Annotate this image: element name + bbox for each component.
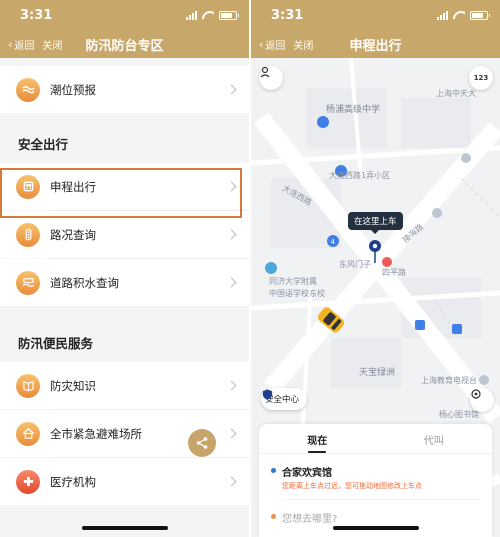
zoom-badge-button[interactable]: 123 [469,66,493,90]
chevron-right-icon [226,229,237,240]
battery-icon [219,10,239,20]
list-item-traffic-query[interactable]: 路况查询 [0,211,249,258]
pickup-dot-icon [271,468,276,473]
status-icons [186,10,239,20]
book-icon [16,373,40,398]
ride-sheet: 现在 代叫 合家欢宾馆 您距离上车点过远，您可拖动地图修改上车点 您想去哪里? [259,424,492,537]
map-label: 上海中天大 [436,89,476,98]
pickup-row[interactable]: 合家欢宾馆 您距离上车点过远，您可拖动地图修改上车点 [259,454,492,491]
destination-dot-icon [271,514,276,519]
chevron-right-icon [226,428,237,439]
page-title: 防汛防台专区 [85,38,164,54]
chevron-right-icon [226,380,237,391]
list-item-label: 防灾知识 [50,378,96,393]
locate-icon [471,389,481,399]
chevron-right-icon [226,84,237,95]
section-title-safe-travel: 安全出行 [18,137,69,152]
nav-bar: ‹ 返回 关闭 申程出行 [251,30,500,58]
list-item-tide-forecast[interactable]: 潮位预报 [0,66,249,113]
pickup-hint: 您距离上车点过远，您可拖动地图修改上车点 [282,482,422,490]
map-label: 杨浦高级中学 [326,105,381,115]
wifi-icon [202,11,214,20]
list-item-label: 路况查询 [50,227,96,242]
safety-center-button[interactable]: 安全中心 [261,388,308,410]
svg-text:4: 4 [331,238,336,246]
map-label: 四平路 [382,268,406,277]
shelter-icon [16,421,40,446]
list-item-road-flooding[interactable]: 道路积水查询 [0,259,249,306]
map-label: 大连西路1弄小区 [329,171,391,180]
back-button[interactable]: ‹ 返回 [251,37,285,52]
list-item-label: 潮位预报 [50,82,96,97]
destination-input[interactable]: 您想去哪里? [282,510,337,525]
close-button[interactable]: 关闭 [293,37,313,52]
chevron-left-icon: ‹ [259,37,264,51]
left-phone-screen: 3:31 ‹ 返回 关闭 防汛防台专区 潮位预报 安全出行 申程出行 路况查询 … [0,0,249,537]
list-item-label: 道路积水查询 [50,275,119,290]
map-label: 东风门子 [339,260,371,269]
screenshot: 3:31 ‹ 返回 关闭 防汛防台专区 潮位预报 安全出行 申程出行 路况查询 … [0,0,500,537]
battery-icon [470,10,490,20]
list-item-medical-institutions[interactable]: 医疗机构 [0,458,249,505]
home-indicator[interactable] [332,526,419,530]
map-view[interactable]: 4 杨浦高级中学 大连西路1弄小区 东风门子 四平路 同济大学附属 中国语学校东… [251,58,500,537]
signal-icon [437,10,448,20]
map-label: 杨心图书馆 [439,410,479,419]
home-indicator[interactable] [81,526,168,530]
back-label: 返回 [265,40,286,52]
flooded-road-icon [16,270,40,295]
chevron-right-icon [226,181,237,192]
list-item-disaster-knowledge[interactable]: 防灾知识 [0,362,249,409]
back-button[interactable]: ‹ 返回 [0,37,34,52]
tab-call-for-others[interactable]: 代叫 [376,424,493,453]
back-label: 返回 [14,40,35,52]
pickup-name: 合家欢宾馆 [282,468,332,479]
map-label: 同济大学附属 [269,277,317,286]
tide-icon [16,77,40,102]
chevron-right-icon [226,476,237,487]
nav-bar: ‹ 返回 关闭 防汛防台专区 [0,30,249,58]
ride-tabs: 现在 代叫 [259,424,492,454]
avatar-button[interactable] [259,66,283,90]
traffic-light-icon [16,222,40,247]
list-item-taxi[interactable]: 申程出行 [0,163,249,210]
map-label: 上海教育电视台 [421,376,477,385]
person-icon [260,66,270,78]
close-button[interactable]: 关闭 [42,37,62,52]
status-icons [437,10,490,20]
locate-button[interactable] [470,388,494,412]
destination-row[interactable]: 您想去哪里? [259,500,492,525]
list-item-label: 申程出行 [50,179,96,194]
shield-icon [262,389,273,400]
page-title: 申程出行 [349,38,402,54]
status-time: 3:31 [271,7,304,23]
medical-cross-icon [16,469,40,494]
status-bar: 3:31 [251,0,500,30]
chevron-left-icon: ‹ [8,37,13,51]
taxi-icon [16,174,40,199]
list-item-label: 医疗机构 [50,474,96,489]
section-title-flood-services: 防汛便民服务 [18,336,94,351]
map-label: 中国语学校东校 [269,289,325,298]
map-label: 天宝绿洲 [359,368,396,378]
zoom-badge-label: 123 [473,74,489,82]
status-bar: 3:31 [0,0,249,30]
pickup-tooltip: 在这里上车 [348,212,403,234]
signal-icon [186,10,197,20]
status-time: 3:31 [20,7,53,23]
share-button[interactable] [188,429,216,457]
wifi-icon [453,11,465,20]
chevron-right-icon [226,277,237,288]
share-icon [196,437,208,449]
tab-now[interactable]: 现在 [259,424,376,453]
right-phone-screen: 3:31 ‹ 返回 关闭 申程出行 4 杨浦高级中学 大连西路1弄小区 东风门子… [251,0,500,537]
